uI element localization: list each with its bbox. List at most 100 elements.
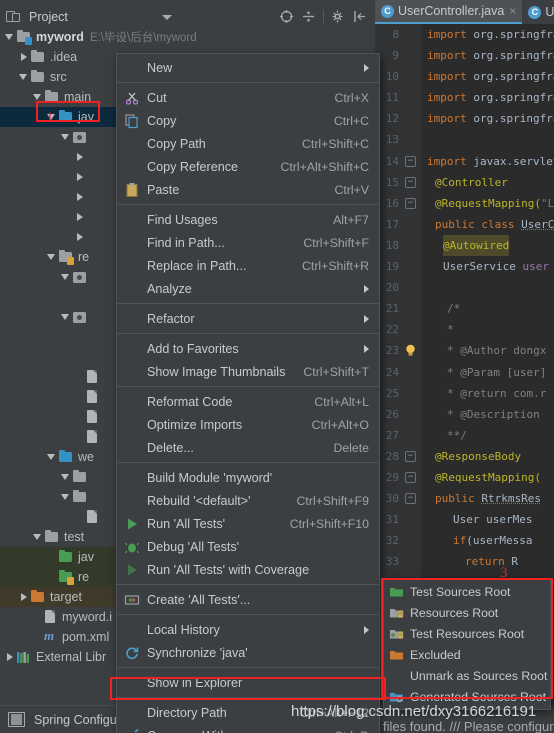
chevron-down-icon[interactable] xyxy=(60,467,72,487)
menu-item-optimize-imports[interactable]: Optimize Imports Ctrl+Alt+O xyxy=(117,413,379,436)
chevron-down-icon[interactable] xyxy=(18,67,30,87)
menu-item-label: Replace in Path... xyxy=(147,258,247,273)
menu-item-paste[interactable]: Paste Ctrl+V xyxy=(117,178,379,201)
menu-item-find-usages[interactable]: Find Usages Alt+F7 xyxy=(117,208,379,231)
mark-directory-as-submenu[interactable]: Test Sources Root Resources Root Test Reso… xyxy=(383,578,551,710)
menu-item-refactor[interactable]: Refactor xyxy=(117,307,379,330)
menu-item-new[interactable]: New xyxy=(117,56,379,79)
module-folder-icon xyxy=(16,29,32,45)
code-text: import org.springfra xyxy=(427,112,554,126)
fold-marker-icon[interactable]: − xyxy=(405,493,416,505)
chevron-down-icon[interactable] xyxy=(60,307,72,327)
menu-item-rebuild-default[interactable]: Rebuild '<default>' Ctrl+Shift+F9 xyxy=(117,489,379,512)
submenu-item-label: Unmark as Sources Root xyxy=(410,668,548,683)
chevron-right-icon[interactable] xyxy=(74,167,86,187)
chevron-down-icon[interactable] xyxy=(4,27,16,47)
editor-tab-1[interactable]: CU xyxy=(522,0,554,24)
paste-icon xyxy=(124,182,140,198)
menu-item-run-all-tests-with-coverage[interactable]: Run 'All Tests' with Coverage xyxy=(117,558,379,581)
fold-marker-icon[interactable]: − xyxy=(405,450,416,462)
tree-row-label: re xyxy=(78,570,90,584)
collapse-all-icon[interactable] xyxy=(301,9,316,24)
folder-icon xyxy=(58,109,73,124)
menu-item-label: Run 'All Tests' xyxy=(147,516,226,531)
chevron-down-icon[interactable] xyxy=(46,447,58,467)
tree-row-myword[interactable]: myword E:\毕设\后台\myword xyxy=(0,27,374,47)
menu-item-label: Copy xyxy=(147,113,177,128)
code-text: @RequestMapping( xyxy=(435,470,541,484)
menu-item-build-module-myword[interactable]: Build Module 'myword' xyxy=(117,466,379,489)
intention-bulb-icon[interactable] xyxy=(403,343,418,358)
package-icon xyxy=(72,311,87,324)
locate-icon[interactable] xyxy=(279,9,294,24)
chevron-down-icon[interactable] xyxy=(46,247,58,267)
menu-item-copy-reference[interactable]: Copy Reference Ctrl+Alt+Shift+C xyxy=(117,155,379,178)
file-iml-icon xyxy=(44,610,57,624)
close-icon[interactable]: × xyxy=(509,4,516,18)
menu-item-accelerator: Ctrl+Alt+L xyxy=(314,394,369,409)
generated-folder-icon xyxy=(389,689,404,704)
menu-item-accelerator: Ctrl+Shift+F10 xyxy=(289,516,369,531)
code-text: * @return com.r xyxy=(447,386,547,400)
code-line: 22 * xyxy=(375,319,554,340)
menu-item-debug-all-tests[interactable]: Debug 'All Tests' xyxy=(117,535,379,558)
chevron-down-icon[interactable] xyxy=(162,15,172,20)
chevron-down-icon[interactable] xyxy=(60,127,72,147)
chevron-right-icon[interactable] xyxy=(74,147,86,167)
submenu-item-unmark-as-sources-root[interactable]: Unmark as Sources Root xyxy=(384,665,550,686)
chevron-right-icon[interactable] xyxy=(74,227,86,247)
panel-title: Project xyxy=(29,9,68,24)
fold-marker-icon[interactable]: − xyxy=(405,471,416,483)
code-line: 30− public RtrkmsRes xyxy=(375,488,554,509)
chevron-down-icon[interactable] xyxy=(60,267,72,287)
code-line: 26 * @Description xyxy=(375,404,554,425)
menu-item-reformat-code[interactable]: Reformat Code Ctrl+Alt+L xyxy=(117,390,379,413)
fold-marker-icon[interactable]: − xyxy=(405,176,416,188)
chevron-down-icon[interactable] xyxy=(32,527,44,547)
chevron-right-icon[interactable] xyxy=(74,187,86,207)
chevron-right-icon[interactable] xyxy=(4,647,16,667)
menu-item-compare-with[interactable]: Compare With... Ctrl+D xyxy=(117,724,379,733)
chevron-right-icon[interactable] xyxy=(18,587,30,607)
menu-item-synchronize-java[interactable]: Synchronize 'java' xyxy=(117,641,379,664)
submenu-item-resources-root[interactable]: Resources Root xyxy=(384,602,550,623)
hide-panel-icon[interactable] xyxy=(353,9,368,24)
menu-item-create-all-tests[interactable]: Create 'All Tests'... xyxy=(117,588,379,611)
code-text: import org.springfra xyxy=(427,91,554,105)
menu-item-show-image-thumbnails[interactable]: Show Image Thumbnails Ctrl+Shift+T xyxy=(117,360,379,383)
submenu-item-test-sources-root[interactable]: Test Sources Root xyxy=(384,581,550,602)
editor-tab-0[interactable]: C UserController.java × xyxy=(375,0,523,24)
menu-item-label: Rebuild '<default>' xyxy=(147,493,251,508)
fold-marker-icon[interactable]: − xyxy=(405,197,416,209)
submenu-item-excluded[interactable]: Excluded xyxy=(384,644,550,665)
menu-item-accelerator: Ctrl+Alt+Shift+C xyxy=(280,159,369,174)
chevron-down-icon[interactable] xyxy=(60,487,72,507)
menu-item-find-in-path[interactable]: Find in Path... Ctrl+Shift+F xyxy=(117,231,379,254)
menu-item-delete[interactable]: Delete... Delete xyxy=(117,436,379,459)
chevron-right-icon[interactable] xyxy=(18,47,30,67)
chevron-right-icon[interactable] xyxy=(74,207,86,227)
fold-marker-icon[interactable]: − xyxy=(405,155,416,167)
submenu-item-test-resources-root[interactable]: Test Resources Root xyxy=(384,623,550,644)
menu-item-cut[interactable]: Cut Ctrl+X xyxy=(117,86,379,109)
context-menu[interactable]: New Cut Ctrl+X Copy Ctrl+C Copy Path Ctrl+Shif… xyxy=(116,53,380,733)
menu-item-copy-path[interactable]: Copy Path Ctrl+Shift+C xyxy=(117,132,379,155)
code-text: * @Author dongx xyxy=(447,344,547,358)
menu-item-show-in-explorer[interactable]: Show in Explorer xyxy=(117,671,379,694)
menu-item-local-history[interactable]: Local History xyxy=(117,618,379,641)
menu-item-accelerator: Ctrl+Shift+R xyxy=(302,258,369,273)
menu-item-run-all-tests[interactable]: Run 'All Tests' Ctrl+Shift+F10 xyxy=(117,512,379,535)
menu-item-analyze[interactable]: Analyze xyxy=(117,277,379,300)
menu-item-accelerator: Delete xyxy=(333,440,369,455)
sync-icon xyxy=(124,645,140,661)
chevron-down-icon[interactable] xyxy=(32,87,44,107)
gear-icon[interactable] xyxy=(331,9,346,24)
code-text: * xyxy=(447,323,454,337)
folder-icon xyxy=(30,69,45,84)
editor-tabbar[interactable]: C UserController.java × C U xyxy=(375,0,554,24)
menu-item-replace-in-path[interactable]: Replace in Path... Ctrl+Shift+R xyxy=(117,254,379,277)
menu-item-add-to-favorites[interactable]: Add to Favorites xyxy=(117,337,379,360)
menu-item-label: Run 'All Tests' with Coverage xyxy=(147,562,310,577)
menu-item-label: Paste xyxy=(147,182,180,197)
menu-item-copy[interactable]: Copy Ctrl+C xyxy=(117,109,379,132)
